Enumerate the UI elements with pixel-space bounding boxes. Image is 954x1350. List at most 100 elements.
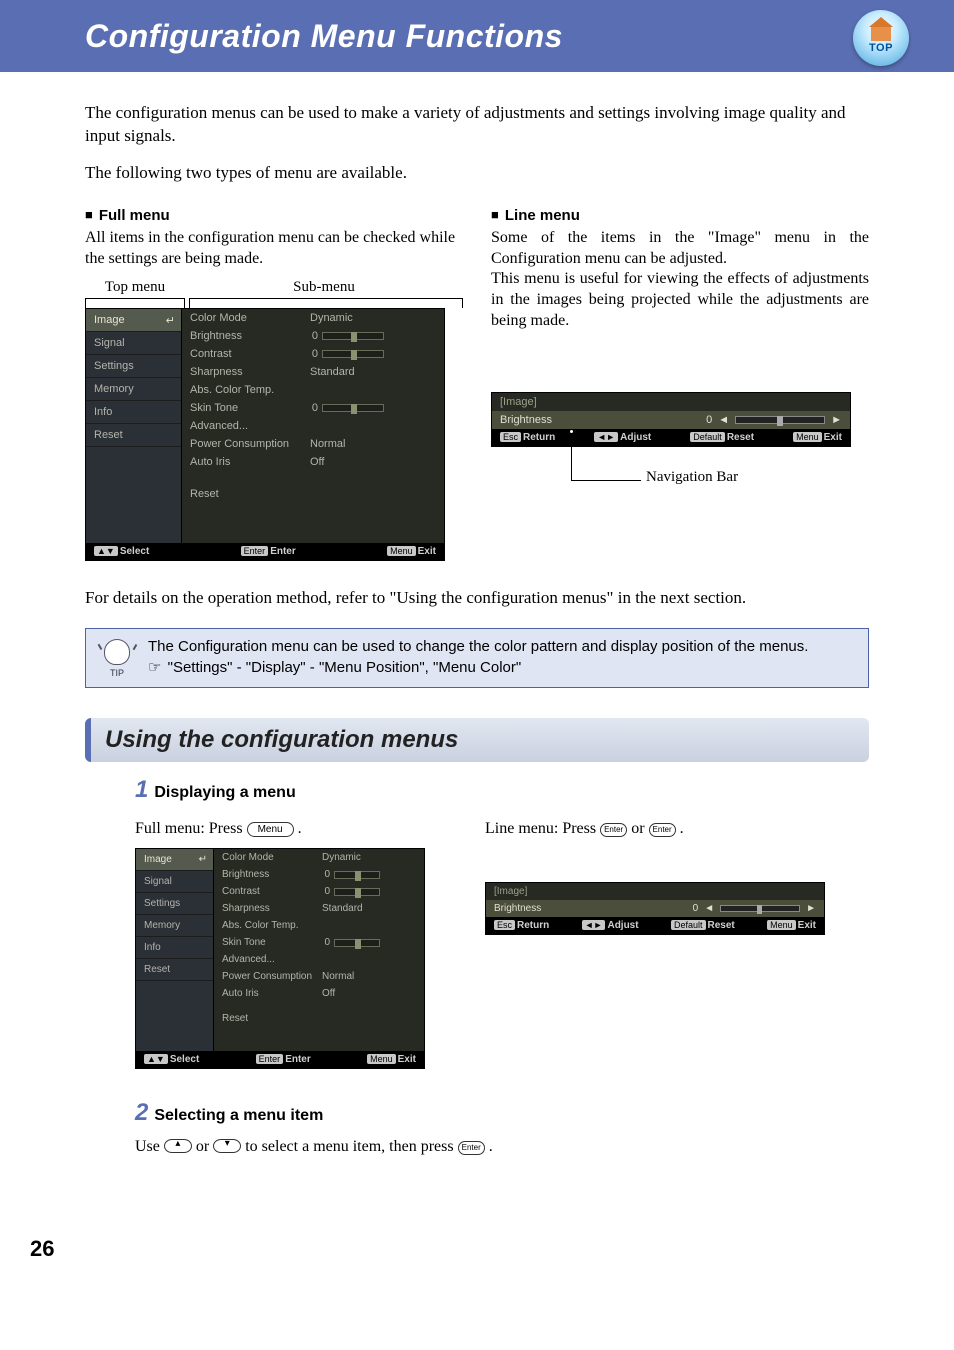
slider-icon: [720, 905, 800, 912]
house-icon: [871, 27, 891, 41]
enter-button-icon[interactable]: Enter: [649, 823, 676, 837]
osd-item-reset: Reset: [136, 959, 213, 981]
osd-line-footer: EscReturn ◄►Adjust DefaultReset MenuExit: [492, 429, 850, 446]
osd-item-info[interactable]: Info: [86, 401, 181, 424]
lightbulb-icon: [104, 639, 130, 665]
pointing-hand-icon: ☞: [148, 659, 161, 676]
top-label: TOP: [869, 42, 893, 54]
tip-box: TIP The Configuration menu can be used t…: [85, 628, 869, 688]
osd-powercons-value: Normal: [310, 438, 345, 450]
key-enter-icon: Enter: [241, 546, 269, 556]
down-button-icon[interactable]: [213, 1139, 241, 1153]
osd-line-header: [Image]: [492, 393, 850, 411]
osd-skintone-label: Skin Tone: [190, 402, 310, 414]
osd-sharpness-value: Standard: [310, 366, 355, 378]
osd-foot-enter: Enter: [270, 546, 296, 557]
osd-line-row-label: Brightness: [500, 414, 552, 426]
key-menu-icon: Menu: [387, 546, 416, 556]
osd-full-menu: Image Signal Settings Memory Info Reset …: [85, 308, 445, 561]
osd-abscolortemp-label: Abs. Color Temp.: [190, 384, 310, 396]
step2-text-a: Use: [135, 1138, 164, 1155]
slider-icon: [322, 350, 384, 358]
line-menu-column: ■Line menu Some of the items in the "Ima…: [491, 207, 869, 562]
key-select-icon: ▲▼: [94, 546, 118, 556]
slider-icon: [334, 888, 380, 896]
osd-color-mode-label: Color Mode: [190, 312, 310, 324]
osd-autoiris-label: Auto Iris: [190, 456, 310, 468]
osd-line-menu-small: [Image] Brightness 0 ◄ ► EscReturn: [485, 882, 825, 935]
osd-foot-exit: Exit: [418, 546, 436, 557]
callout-line: [571, 433, 641, 481]
title-bar: Configuration Menu Functions TOP: [0, 0, 954, 72]
osd-item-image: Image: [136, 849, 213, 871]
osd-powercons-label: Power Consumption: [190, 438, 310, 450]
osd-color-mode-value: Dynamic: [310, 312, 353, 324]
period: .: [298, 820, 302, 837]
osd-line-menu: [Image] Brightness 0 ◄ ► EscReturn ◄►Adj…: [491, 392, 851, 447]
osd-brightness-label: Brightness: [190, 330, 310, 342]
section-using-menus: Using the configuration menus: [85, 718, 869, 762]
osd-foot-select: Select: [120, 546, 149, 557]
step1-line-label: Line menu: Press: [485, 820, 600, 837]
period: .: [489, 1138, 493, 1155]
arrow-right-icon: ►: [806, 903, 816, 914]
enter-button-icon[interactable]: Enter: [458, 1141, 485, 1155]
step-2-title: Selecting a menu item: [154, 1107, 323, 1125]
osd-autoiris-value: Off: [310, 456, 324, 468]
tip-label: TIP: [94, 667, 140, 679]
slider-icon: [322, 332, 384, 340]
slider-icon: [735, 416, 825, 424]
step1-or: or: [631, 820, 648, 837]
step-1-num: 1: [135, 776, 148, 804]
page-number: 26: [0, 1236, 954, 1262]
osd-sub-menu-list: Color ModeDynamic Brightness0 Contrast0 …: [182, 309, 444, 543]
top-home-icon[interactable]: TOP: [853, 10, 909, 66]
osd-item-image[interactable]: Image: [86, 309, 181, 332]
up-button-icon[interactable]: [164, 1139, 192, 1153]
intro-para-2: The following two types of menu are avai…: [85, 162, 869, 185]
menu-button-icon[interactable]: Menu: [247, 822, 294, 837]
key-default-icon: Default: [690, 432, 725, 442]
key-menu-icon: Menu: [793, 432, 822, 442]
osd-item-settings: Settings: [136, 893, 213, 915]
arrow-left-icon: ◄: [704, 903, 714, 914]
full-menu-heading: ■Full menu: [85, 207, 463, 224]
line-menu-desc1: Some of the items in the "Image" menu in…: [491, 228, 869, 270]
osd-full-menu-small: Image Signal Settings Memory Info Reset …: [135, 848, 425, 1069]
step2-text-b: or: [196, 1138, 213, 1155]
osd-line-foot-return: Return: [523, 432, 555, 443]
full-menu-column: ■Full menu All items in the configuratio…: [85, 207, 463, 562]
key-esc-icon: Esc: [500, 432, 521, 442]
tip-icon: TIP: [94, 637, 140, 679]
osd-top-menu-list: Image Signal Settings Memory Info Reset: [86, 309, 182, 543]
osd-line-row-value: 0: [706, 414, 712, 426]
osd-item-settings[interactable]: Settings: [86, 355, 181, 378]
osd-item-signal[interactable]: Signal: [86, 332, 181, 355]
osd-sharpness-label: Sharpness: [190, 366, 310, 378]
osd-brightness-value: 0: [310, 330, 318, 342]
step-1-title: Displaying a menu: [154, 784, 295, 802]
line-menu-desc2: This menu is useful for viewing the effe…: [491, 269, 869, 331]
nav-bar-caption: Navigation Bar: [646, 469, 738, 486]
osd-item-reset[interactable]: Reset: [86, 424, 181, 447]
tip-line1: The Configuration menu can be used to ch…: [148, 637, 808, 657]
label-top-menu: Top menu: [85, 279, 185, 296]
enter-button-icon[interactable]: Enter: [600, 823, 627, 837]
step2-text-c: to select a menu item, then press: [245, 1138, 457, 1155]
osd-reset-label: Reset: [190, 488, 310, 500]
osd-item-memory: Memory: [136, 915, 213, 937]
slider-icon: [334, 939, 380, 947]
slider-icon: [322, 404, 384, 412]
slider-icon: [334, 871, 380, 879]
osd-line-foot-exit: Exit: [824, 432, 842, 443]
osd-footer: ▲▼Select EnterEnter MenuExit: [86, 543, 444, 560]
osd-item-signal: Signal: [136, 871, 213, 893]
full-menu-heading-text: Full menu: [99, 207, 170, 224]
step-2-num: 2: [135, 1099, 148, 1127]
label-sub-menu: Sub-menu: [185, 279, 463, 296]
arrow-left-icon: ◄: [718, 414, 729, 426]
osd-item-memory[interactable]: Memory: [86, 378, 181, 401]
osd-contrast-value: 0: [310, 348, 318, 360]
step1-full-label: Full menu: Press: [135, 820, 247, 837]
osd-skintone-value: 0: [310, 402, 318, 414]
